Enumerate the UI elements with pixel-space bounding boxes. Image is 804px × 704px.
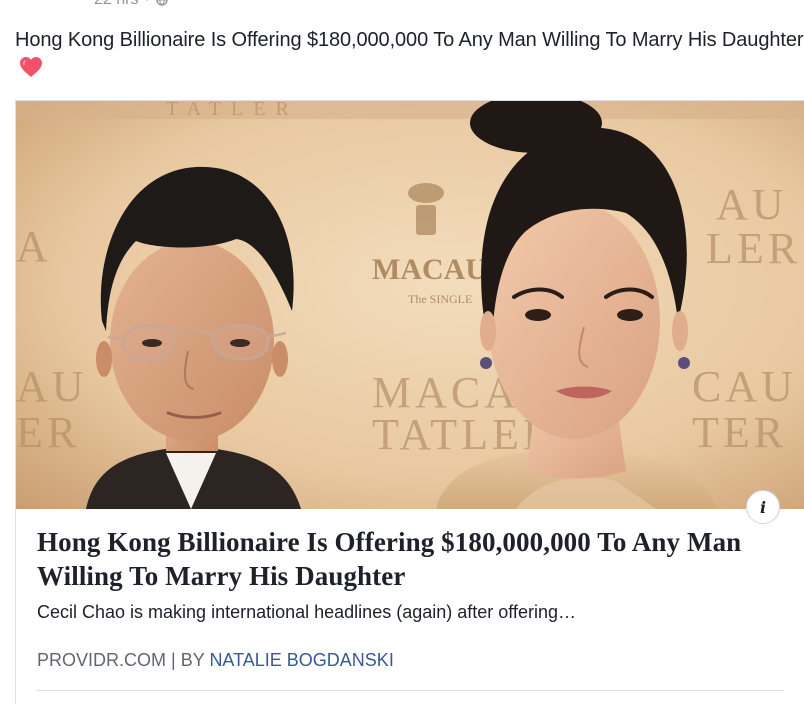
info-button[interactable]: i — [746, 490, 780, 524]
meta-separator: · — [144, 0, 149, 9]
sign-right-ler: LER — [706, 224, 801, 273]
link-preview-card[interactable]: TATLER MACAU The SINGLE MACAU TATLER A A… — [15, 100, 804, 704]
sign-brand-mid: MACAU — [372, 253, 487, 286]
sign-right-au: AU — [716, 180, 788, 229]
sign-left-er: ER — [16, 408, 80, 457]
author-link[interactable]: NATALIE BOGDANSKI — [209, 650, 393, 670]
globe-icon — [156, 0, 168, 6]
sign-brand-small: The SINGLE — [408, 292, 472, 306]
info-icon: i — [759, 497, 767, 517]
sign-tatler-top: TATLER — [166, 101, 299, 120]
card-body[interactable]: Hong Kong Billionaire Is Offering $180,0… — [37, 525, 797, 671]
preview-photo: TATLER MACAU The SINGLE MACAU TATLER A A… — [16, 101, 804, 509]
sign-right-cau: CAU — [692, 362, 797, 411]
card-source: PROVIDR.COM | BY NATALIE BOGDANSKI — [37, 649, 797, 671]
source-domain: PROVIDR.COM — [37, 650, 167, 670]
sign-left-au: AU — [16, 362, 88, 411]
card-description: Cecil Chao is making international headl… — [37, 602, 576, 622]
post-message: Hong Kong Billionaire Is Offering $180,0… — [15, 26, 804, 82]
card-divider — [36, 690, 784, 691]
post-timestamp[interactable]: 22 hrs — [94, 0, 138, 9]
source-divider: | — [171, 650, 176, 670]
byline-prefix: BY — [180, 650, 205, 670]
post-message-text: Hong Kong Billionaire Is Offering $180,0… — [15, 29, 804, 51]
sign-left-a: A — [16, 222, 48, 271]
preview-image[interactable]: TATLER MACAU The SINGLE MACAU TATLER A A… — [16, 101, 804, 509]
sign-right-ter: TER — [692, 408, 787, 457]
heart-icon — [20, 57, 42, 77]
card-title[interactable]: Hong Kong Billionaire Is Offering $180,0… — [37, 525, 797, 593]
post-meta: 22 hrs · — [94, 0, 168, 9]
